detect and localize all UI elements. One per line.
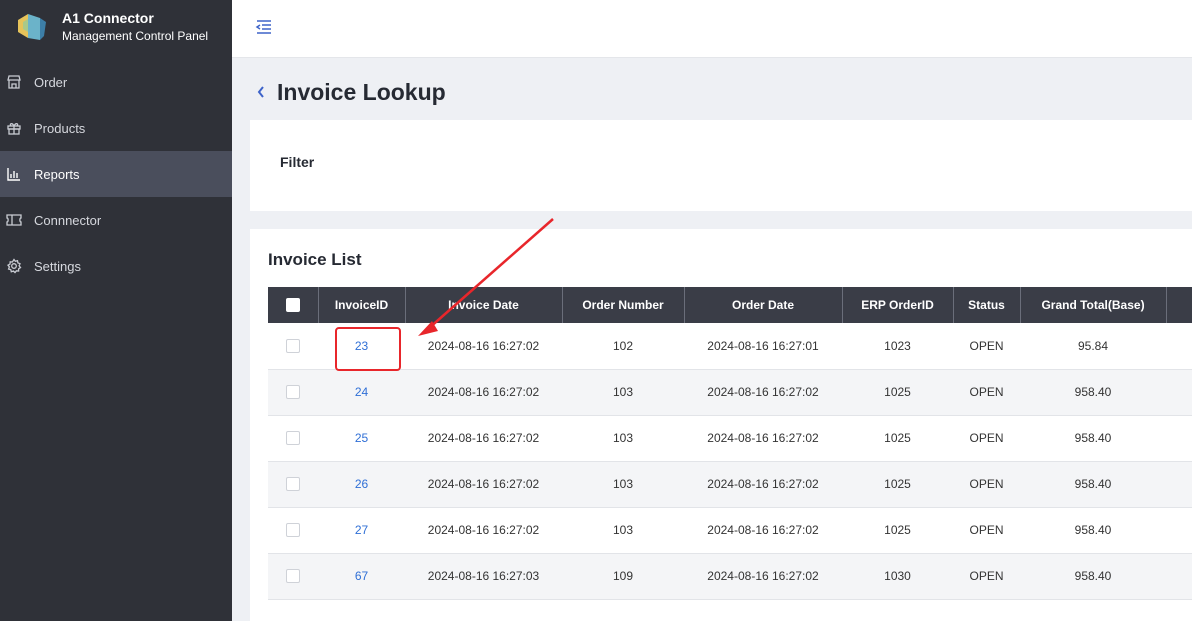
order-number-cell: 103 [562,507,684,554]
invoice-date-cell: 2024-08-16 16:27:02 [405,323,562,370]
invoice-id-link[interactable]: 27 [355,523,368,537]
column-header[interactable]: InvoiceID [318,287,406,323]
grand-total-cell: 958.40 [1020,461,1166,508]
order-number-cell: 103 [562,461,684,508]
column-header[interactable]: Order Date [684,287,843,323]
erp-order-id-cell: 1030 [842,553,953,600]
row-checkbox[interactable] [286,339,300,354]
status-cell: OPEN [953,369,1020,416]
sidebar-item-order[interactable]: Order [0,59,232,105]
status-cell: OPEN [953,323,1020,370]
gift-icon [6,120,22,136]
grand-total-cell: 958.40 [1020,415,1166,462]
order-date-cell: 2024-08-16 16:27:01 [684,323,842,370]
annotation-highlight-box [335,327,401,371]
invoice-id-link[interactable]: 67 [355,569,368,583]
page-header: Invoice Lookup [256,76,446,108]
invoice-id-link[interactable]: 26 [355,477,368,491]
invoice-list-panel: Invoice List InvoiceID Invoice Date Orde… [250,229,1192,621]
status-cell: OPEN [953,507,1020,554]
column-header-extra [1166,287,1192,323]
filter-title[interactable]: Filter [280,154,314,170]
row-checkbox[interactable] [286,385,300,400]
row-checkbox[interactable] [286,431,300,446]
erp-order-id-cell: 1023 [842,323,953,370]
erp-order-id-cell: 1025 [842,369,953,416]
invoice-date-cell: 2024-08-16 16:27:02 [405,461,562,508]
grand-total-cell: 95.84 [1020,323,1166,370]
app-name: A1 Connector [62,10,154,26]
collapse-sidebar-icon[interactable] [254,17,274,37]
invoice-id-link[interactable]: 25 [355,431,368,445]
order-number-cell: 103 [562,415,684,462]
grand-total-cell: 958.40 [1020,553,1166,600]
status-cell: OPEN [953,553,1020,600]
order-date-cell: 2024-08-16 16:27:02 [684,507,842,554]
order-date-cell: 2024-08-16 16:27:02 [684,369,842,416]
sidebar-item-settings[interactable]: Settings [0,243,232,289]
sidebar: A1 Connector Management Control Panel Or… [0,0,232,621]
top-bar [232,0,1192,58]
back-chevron-icon[interactable] [256,83,270,101]
status-cell: OPEN [953,461,1020,508]
column-header[interactable]: ERP OrderID [842,287,954,323]
page-title: Invoice Lookup [277,78,446,105]
table-header-row: InvoiceID Invoice Date Order Number Orde… [268,287,1192,323]
order-date-cell: 2024-08-16 16:27:02 [684,415,842,462]
grand-total-cell: 958.40 [1020,507,1166,554]
logo-icon [18,14,46,40]
select-all-header[interactable] [268,287,319,323]
status-cell: OPEN [953,415,1020,462]
table-row[interactable]: 25 2024-08-16 16:27:02 103 2024-08-16 16… [268,415,1192,462]
invoice-date-cell: 2024-08-16 16:27:02 [405,507,562,554]
app-subtitle: Management Control Panel [62,29,209,43]
row-checkbox[interactable] [286,477,300,492]
column-header[interactable]: Status [953,287,1021,323]
sidebar-item-connector[interactable]: Connnector [0,197,232,243]
table-row[interactable]: 27 2024-08-16 16:27:02 103 2024-08-16 16… [268,507,1192,554]
erp-order-id-cell: 1025 [842,461,953,508]
sidebar-item-products[interactable]: Products [0,105,232,151]
sidebar-item-label: Connnector [34,212,102,228]
table-row[interactable]: 26 2024-08-16 16:27:02 103 2024-08-16 16… [268,461,1192,508]
store-icon [6,74,22,90]
column-header[interactable]: Grand Total(Base) [1020,287,1167,323]
column-header[interactable]: Invoice Date [405,287,563,323]
invoice-date-cell: 2024-08-16 16:27:03 [405,553,562,600]
order-number-cell: 109 [562,553,684,600]
sidebar-item-label: Products [34,120,86,136]
bar-chart-icon [6,166,22,182]
filter-panel: Filter [250,120,1192,211]
row-checkbox[interactable] [286,523,300,538]
invoice-table: InvoiceID Invoice Date Order Number Orde… [268,287,1192,600]
order-date-cell: 2024-08-16 16:27:02 [684,461,842,508]
order-number-cell: 103 [562,369,684,416]
invoice-date-cell: 2024-08-16 16:27:02 [405,369,562,416]
invoice-date-cell: 2024-08-16 16:27:02 [405,415,562,462]
column-header[interactable]: Order Number [562,287,685,323]
table-row[interactable]: 24 2024-08-16 16:27:02 103 2024-08-16 16… [268,369,1192,416]
gear-icon [6,258,22,274]
sidebar-item-label: Reports [34,166,80,182]
brand[interactable]: A1 Connector Management Control Panel [0,0,232,58]
sidebar-item-label: Settings [34,258,81,274]
erp-order-id-cell: 1025 [842,415,953,462]
order-number-cell: 102 [562,323,684,370]
ticket-icon [6,212,22,228]
sidebar-menu: Order Products Reports Connnector Settin… [0,59,232,289]
table-row[interactable]: 23 2024-08-16 16:27:02 102 2024-08-16 16… [268,323,1192,370]
invoice-list-title: Invoice List [268,250,362,269]
grand-total-cell: 958.40 [1020,369,1166,416]
invoice-id-link[interactable]: 24 [355,385,368,399]
row-checkbox[interactable] [286,569,300,584]
order-date-cell: 2024-08-16 16:27:02 [684,553,842,600]
table-row[interactable]: 67 2024-08-16 16:27:03 109 2024-08-16 16… [268,553,1192,600]
select-all-checkbox[interactable] [285,298,300,313]
sidebar-item-reports[interactable]: Reports [0,151,232,197]
erp-order-id-cell: 1025 [842,507,953,554]
sidebar-item-label: Order [34,74,68,90]
